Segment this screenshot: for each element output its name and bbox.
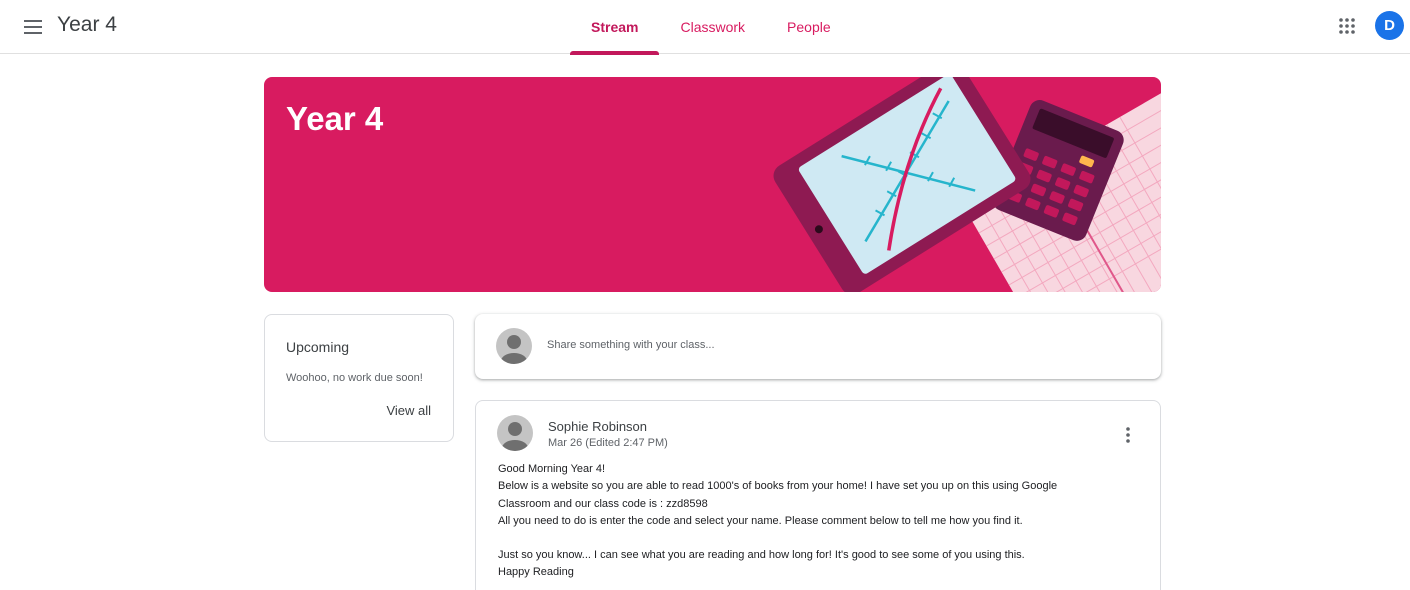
top-app-bar: Year 4 Stream Classwork People D: [0, 0, 1410, 55]
post-line: Just so you know... I can see what you a…: [498, 549, 1025, 562]
post-line: [498, 530, 1118, 547]
class-banner: Year 4: [264, 77, 1161, 292]
more-options-icon[interactable]: [1118, 423, 1138, 447]
google-apps-grid-icon[interactable]: [1334, 13, 1360, 39]
user-avatar-placeholder: [496, 328, 532, 364]
account-avatar[interactable]: D: [1375, 11, 1404, 40]
post-date: Mar 26 (Edited 2:47 PM): [548, 437, 668, 449]
post-line: Happy Reading: [498, 566, 574, 579]
class-title[interactable]: Year 4: [57, 12, 117, 38]
class-tabs: Stream Classwork People: [570, 0, 852, 55]
post-line: Below is a website so you are able to re…: [498, 480, 1058, 493]
share-box[interactable]: Share something with your class...: [475, 314, 1161, 379]
post-author: Sophie Robinson: [548, 419, 648, 434]
upcoming-title: Upcoming: [286, 339, 350, 355]
upcoming-card: Upcoming Woohoo, no work due soon! View …: [264, 314, 454, 442]
banner-illustration: [773, 77, 1161, 292]
post-body: Good Morning Year 4! Below is a website …: [498, 461, 1118, 582]
post-line: All you need to do is enter the code and…: [498, 514, 1023, 527]
post-line: Good Morning Year 4!: [498, 463, 606, 475]
hamburger-menu-icon[interactable]: [18, 12, 48, 42]
tab-people[interactable]: People: [766, 0, 852, 54]
stream-post: Sophie Robinson Mar 26 (Edited 2:47 PM) …: [475, 400, 1161, 590]
share-placeholder[interactable]: Share something with your class...: [547, 339, 715, 351]
upcoming-message: Woohoo, no work due soon!: [286, 372, 423, 384]
tab-classwork[interactable]: Classwork: [659, 0, 766, 54]
banner-title: Year 4: [286, 100, 384, 137]
post-line: Classroom and our class code is : zzd859…: [498, 497, 708, 510]
tab-stream[interactable]: Stream: [570, 0, 660, 55]
view-all-link[interactable]: View all: [386, 403, 431, 418]
author-avatar: [497, 415, 533, 451]
